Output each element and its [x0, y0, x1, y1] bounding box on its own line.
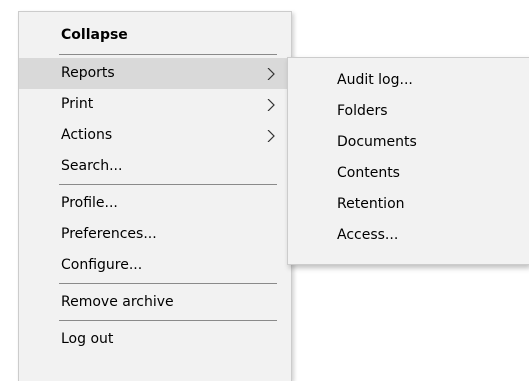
menu-item-configure[interactable]: Configure...: [19, 250, 291, 281]
chevron-right-icon: [267, 68, 275, 80]
menu-separator: [59, 283, 277, 284]
menu-item-label: Reports: [61, 65, 115, 81]
context-menu: Collapse Reports Print Actions Search...…: [18, 11, 292, 381]
reports-submenu: Audit log... Folders Documents Contents …: [287, 57, 529, 265]
chevron-right-icon: [267, 99, 275, 111]
submenu-item-documents[interactable]: Documents: [288, 127, 529, 158]
menu-item-preferences[interactable]: Preferences...: [19, 219, 291, 250]
submenu-item-folders[interactable]: Folders: [288, 96, 529, 127]
menu-item-log-out[interactable]: Log out: [19, 324, 291, 355]
menu-item-remove-archive[interactable]: Remove archive: [19, 287, 291, 318]
menu-item-actions[interactable]: Actions: [19, 120, 291, 151]
menu-item-profile[interactable]: Profile...: [19, 188, 291, 219]
submenu-item-access[interactable]: Access...: [288, 220, 529, 251]
menu-separator: [59, 320, 277, 321]
menu-item-reports[interactable]: Reports: [19, 58, 291, 89]
menu-item-search[interactable]: Search...: [19, 151, 291, 182]
chevron-right-icon: [267, 130, 275, 142]
menu-item-label: Print: [61, 96, 94, 112]
menu-item-print[interactable]: Print: [19, 89, 291, 120]
submenu-item-contents[interactable]: Contents: [288, 158, 529, 189]
menu-separator: [59, 184, 277, 185]
submenu-item-retention[interactable]: Retention: [288, 189, 529, 220]
menu-item-label: Actions: [61, 127, 113, 143]
submenu-item-audit-log[interactable]: Audit log...: [288, 65, 529, 96]
menu-item-collapse[interactable]: Collapse: [19, 19, 291, 52]
menu-separator: [59, 54, 277, 55]
